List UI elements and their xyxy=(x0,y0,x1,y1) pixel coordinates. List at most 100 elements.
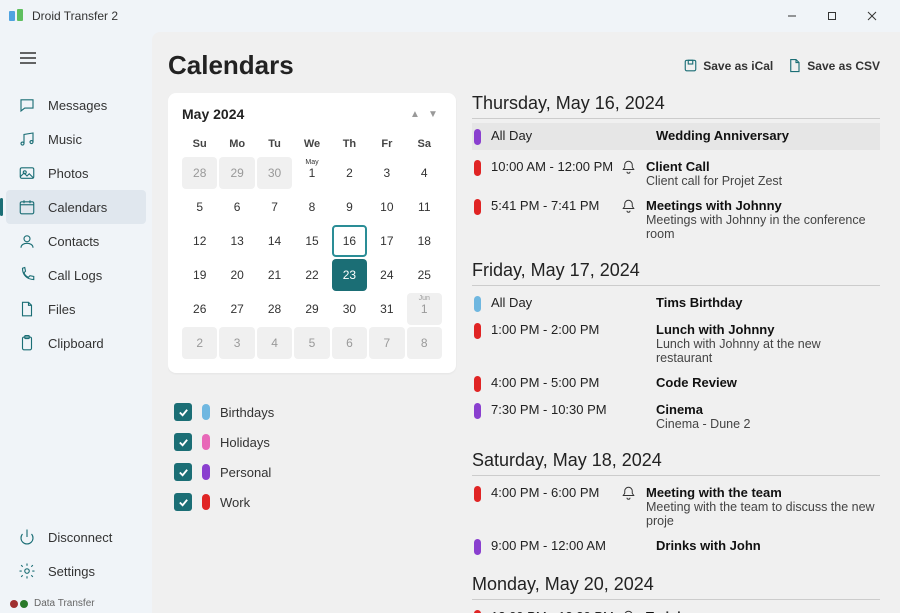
sidebar-item-calendars[interactable]: Calendars xyxy=(6,190,146,224)
calendar-day[interactable]: 3 xyxy=(219,327,254,359)
close-button[interactable] xyxy=(852,2,892,30)
calendar-day[interactable]: 7 xyxy=(257,191,292,223)
checkbox-icon xyxy=(174,433,192,451)
sidebar-item-disconnect[interactable]: Disconnect xyxy=(0,520,152,554)
event-desc: Cinema - Dune 2 xyxy=(656,417,880,431)
sidebar-item-clipboard[interactable]: Clipboard xyxy=(0,326,152,360)
event-row[interactable]: 10:00 AM - 12:00 PMClient CallClient cal… xyxy=(472,154,880,193)
calendar-filter-holidays[interactable]: Holidays xyxy=(174,427,456,457)
status-text: Data Transfer xyxy=(34,598,95,609)
sidebar-item-music[interactable]: Music xyxy=(0,122,152,156)
hamburger-button[interactable] xyxy=(10,40,46,76)
event-row[interactable]: 7:30 PM - 10:30 PM CinemaCinema - Dune 2 xyxy=(472,397,880,436)
dow-header: We xyxy=(294,133,329,155)
calendar-day[interactable]: 15 xyxy=(294,225,329,257)
calendar-day[interactable]: 28 xyxy=(182,157,217,189)
calendar-day[interactable]: 25 xyxy=(407,259,442,291)
calendar-day[interactable]: Jun1 xyxy=(407,293,442,325)
calendar-day[interactable]: 30 xyxy=(332,293,367,325)
event-row[interactable]: All DayWedding Anniversary xyxy=(472,123,880,150)
bell-icon xyxy=(621,198,636,213)
calendar-day[interactable]: 8 xyxy=(294,191,329,223)
filter-label: Holidays xyxy=(220,435,270,450)
calendar-day[interactable]: 14 xyxy=(257,225,292,257)
calendar-day[interactable]: 10 xyxy=(369,191,404,223)
event-title: Drinks with John xyxy=(656,538,880,553)
app-icon xyxy=(8,8,24,24)
sidebar-item-label: Files xyxy=(48,302,75,317)
title-bar: Droid Transfer 2 xyxy=(0,0,900,32)
event-row[interactable]: 12:00 PM - 12:30 PMTrainingTraining for … xyxy=(472,604,880,613)
calendar-day[interactable]: 11 xyxy=(407,191,442,223)
minimize-button[interactable] xyxy=(772,2,812,30)
calendar-day[interactable]: 17 xyxy=(369,225,404,257)
calendar-day[interactable]: 5 xyxy=(182,191,217,223)
calendar-day[interactable]: 7 xyxy=(369,327,404,359)
calendar-day[interactable]: 19 xyxy=(182,259,217,291)
calendar-day[interactable]: 12 xyxy=(182,225,217,257)
event-row[interactable]: All DayTims Birthday xyxy=(472,290,880,317)
month-next-button[interactable]: ▼ xyxy=(424,105,442,123)
sidebar-item-label: Calendars xyxy=(48,200,107,215)
calendar-filter-personal[interactable]: Personal xyxy=(174,457,456,487)
event-color xyxy=(474,376,481,392)
calendar-day[interactable]: 29 xyxy=(219,157,254,189)
calendar-day[interactable]: 24 xyxy=(369,259,404,291)
maximize-button[interactable] xyxy=(812,2,852,30)
checkbox-icon xyxy=(174,403,192,421)
calendar-day[interactable]: 2 xyxy=(332,157,367,189)
event-desc: Lunch with Johnny at the new restaurant xyxy=(656,337,880,365)
calendar-day[interactable]: 8 xyxy=(407,327,442,359)
calendar-day[interactable]: 28 xyxy=(257,293,292,325)
sidebar-item-call-logs[interactable]: Call Logs xyxy=(0,258,152,292)
calendar-day[interactable]: 21 xyxy=(257,259,292,291)
calendar-day[interactable]: 30 xyxy=(257,157,292,189)
calendar-day[interactable]: 6 xyxy=(219,191,254,223)
event-row[interactable]: 4:00 PM - 6:00 PMMeeting with the teamMe… xyxy=(472,480,880,533)
calendar-day[interactable]: 16 xyxy=(332,225,367,257)
calendar-day[interactable]: 27 xyxy=(219,293,254,325)
calendar-day[interactable]: 18 xyxy=(407,225,442,257)
save-csv-label: Save as CSV xyxy=(807,59,880,73)
event-color xyxy=(474,160,481,176)
status-bar: Data Transfer xyxy=(0,594,152,613)
event-title: Cinema xyxy=(656,402,880,417)
calendar-filter-birthdays[interactable]: Birthdays xyxy=(174,397,456,427)
event-time: 4:00 PM - 5:00 PM xyxy=(491,375,621,390)
calendar-day[interactable]: 2 xyxy=(182,327,217,359)
month-prev-button[interactable]: ▲ xyxy=(406,105,424,123)
event-row[interactable]: 5:41 PM - 7:41 PMMeetings with JohnnyMee… xyxy=(472,193,880,246)
calendar-day[interactable]: 20 xyxy=(219,259,254,291)
event-row[interactable]: 1:00 PM - 2:00 PMLunch with JohnnyLunch … xyxy=(472,317,880,370)
calendar-filter-work[interactable]: Work xyxy=(174,487,456,517)
save-ical-button[interactable]: Save as iCal xyxy=(683,58,773,73)
color-pill xyxy=(202,434,210,450)
calendar-day[interactable]: 6 xyxy=(332,327,367,359)
dow-header: Mo xyxy=(219,133,254,155)
sidebar-item-photos[interactable]: Photos xyxy=(0,156,152,190)
calendar-day[interactable]: 4 xyxy=(257,327,292,359)
event-time: 7:30 PM - 10:30 PM xyxy=(491,402,621,417)
save-ical-label: Save as iCal xyxy=(703,59,773,73)
dow-header: Th xyxy=(332,133,367,155)
calendar-day[interactable]: 23 xyxy=(332,259,367,291)
sidebar-item-messages[interactable]: Messages xyxy=(0,88,152,122)
sidebar-item-settings[interactable]: Settings xyxy=(0,554,152,588)
event-title: Training xyxy=(646,609,880,613)
event-row[interactable]: 4:00 PM - 5:00 PMCode Review xyxy=(472,370,880,397)
calendar-day[interactable]: May1 xyxy=(294,157,329,189)
calendar-day[interactable]: 31 xyxy=(369,293,404,325)
calendar-day[interactable]: 29 xyxy=(294,293,329,325)
sidebar-item-contacts[interactable]: Contacts xyxy=(0,224,152,258)
sidebar-item-files[interactable]: Files xyxy=(0,292,152,326)
calendar-day[interactable]: 5 xyxy=(294,327,329,359)
agenda-day-heading: Saturday, May 18, 2024 xyxy=(472,450,880,476)
calendar-day[interactable]: 9 xyxy=(332,191,367,223)
calendar-day[interactable]: 4 xyxy=(407,157,442,189)
calendar-day[interactable]: 22 xyxy=(294,259,329,291)
calendar-day[interactable]: 13 xyxy=(219,225,254,257)
event-row[interactable]: 9:00 PM - 12:00 AMDrinks with John xyxy=(472,533,880,560)
calendar-day[interactable]: 26 xyxy=(182,293,217,325)
save-csv-button[interactable]: Save as CSV xyxy=(787,58,880,73)
calendar-day[interactable]: 3 xyxy=(369,157,404,189)
